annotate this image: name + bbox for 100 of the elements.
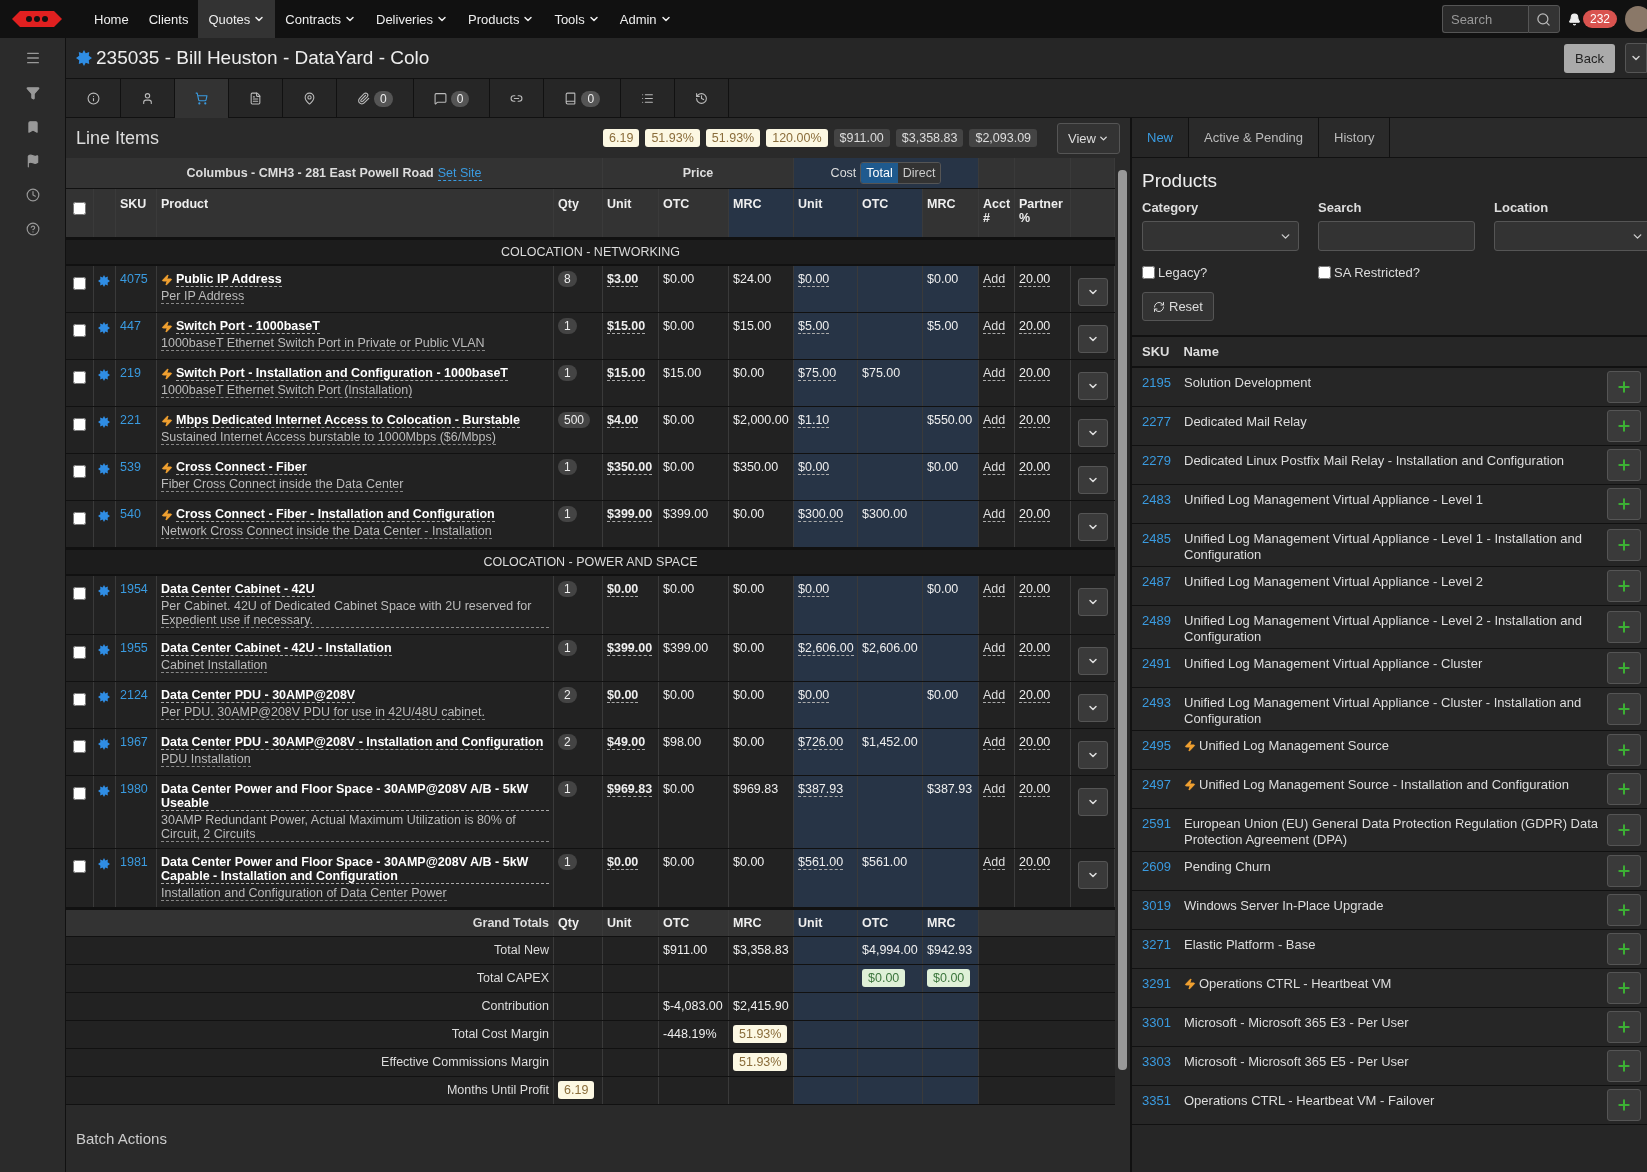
nav-menu-item[interactable]: Deliveries: [366, 0, 459, 38]
add-account-link[interactable]: Add: [983, 582, 1006, 597]
add-button[interactable]: [1607, 1089, 1641, 1121]
row-checkbox[interactable]: [73, 787, 86, 800]
tab[interactable]: History: [1319, 118, 1391, 157]
product-description[interactable]: PDU Installation: [161, 752, 251, 767]
add-button[interactable]: [1607, 371, 1641, 403]
filter-icon[interactable]: [25, 86, 40, 100]
row-checkbox[interactable]: [73, 371, 86, 384]
product-name[interactable]: Data Center Cabinet - 42U - Installation: [161, 641, 392, 656]
back-button[interactable]: Back: [1564, 43, 1615, 73]
add-button[interactable]: [1607, 814, 1641, 846]
product-description[interactable]: Installation and Configuration of Data Center Power: [161, 886, 447, 901]
sku-link[interactable]: 3271: [1142, 933, 1178, 952]
add-button[interactable]: [1607, 410, 1641, 442]
sku-link[interactable]: 2609: [1142, 855, 1178, 874]
cost-mode-toggle[interactable]: Direct: [897, 163, 941, 183]
sku-link[interactable]: 1955: [120, 641, 148, 655]
product-description[interactable]: Per PDU. 30AMP@208V PDU for use in 42U/48U cabinet.: [161, 705, 485, 720]
add-account-link[interactable]: Add: [983, 413, 1006, 428]
nav-menu-item[interactable]: Tools: [544, 0, 610, 38]
product-description[interactable]: 30AMP Redundant Power, Actual Maximum Utilization is 80% of Circuit, 2 Circuits: [161, 813, 549, 842]
add-account-link[interactable]: Add: [983, 272, 1006, 287]
sku-link[interactable]: 2487: [1142, 570, 1178, 589]
product-name[interactable]: Data Center Power and Floor Space - 30AMP@208V A/B - 5kW Useable: [161, 782, 549, 811]
bell-icon[interactable]: [1567, 12, 1581, 26]
product-description[interactable]: Per IP Address: [161, 289, 245, 304]
add-button[interactable]: [1607, 1011, 1641, 1043]
product-name[interactable]: Data Center Cabinet - 42U: [161, 582, 315, 597]
add-button[interactable]: [1607, 894, 1641, 926]
row-checkbox[interactable]: [73, 418, 86, 431]
flag-icon[interactable]: [25, 154, 40, 168]
sku-link[interactable]: 4075: [120, 272, 148, 286]
sku-link[interactable]: 2124: [120, 688, 148, 702]
sku-link[interactable]: 3351: [1142, 1089, 1178, 1108]
add-button[interactable]: [1607, 488, 1641, 520]
row-checkbox[interactable]: [73, 693, 86, 706]
product-description[interactable]: Sustained Internet Access burstable to 1000Mbps ($6/Mbps): [161, 430, 496, 445]
sku-link[interactable]: 3301: [1142, 1011, 1178, 1030]
add-account-link[interactable]: Add: [983, 735, 1006, 750]
sku-link[interactable]: 1980: [120, 782, 148, 796]
product-description[interactable]: Per Cabinet. 42U of Dedicated Cabinet Space with 2U reserved for Expedient use if necessary.: [161, 599, 549, 628]
search-button[interactable]: [1527, 5, 1560, 33]
nav-menu-item[interactable]: Products: [458, 0, 545, 38]
sku-link[interactable]: 447: [120, 319, 141, 333]
add-account-link[interactable]: Add: [983, 366, 1006, 381]
product-description[interactable]: Cabinet Installation: [161, 658, 268, 673]
row-checkbox[interactable]: [73, 646, 86, 659]
product-name[interactable]: Mbps Dedicated Internet Access to Colocation - Burstable: [176, 413, 521, 428]
sku-link[interactable]: 2495: [1142, 734, 1178, 753]
sku-link[interactable]: 221: [120, 413, 141, 427]
tab[interactable]: Active & Pending: [1189, 118, 1320, 157]
add-button[interactable]: [1607, 734, 1641, 766]
add-account-link[interactable]: Add: [983, 688, 1006, 703]
sku-link[interactable]: 1967: [120, 735, 148, 749]
row-checkbox[interactable]: [73, 740, 86, 753]
sku-link[interactable]: 3303: [1142, 1050, 1178, 1069]
sku-link[interactable]: 3019: [1142, 894, 1178, 913]
add-button[interactable]: [1607, 855, 1641, 887]
sku-link[interactable]: 2489: [1142, 609, 1178, 628]
product-description[interactable]: 1000baseT Ethernet Switch Port in Private or Public VLAN: [161, 336, 485, 351]
product-name[interactable]: Cross Connect - Fiber - Installation and Configuration: [176, 507, 495, 522]
add-button[interactable]: [1607, 933, 1641, 965]
bookmark-icon[interactable]: [25, 120, 40, 134]
select-field[interactable]: [1142, 221, 1299, 251]
nav-menu-item[interactable]: Quotes: [198, 0, 276, 38]
product-description[interactable]: Fiber Cross Connect inside the Data Center: [161, 477, 404, 492]
menu-icon[interactable]: [24, 50, 41, 66]
add-button[interactable]: [1607, 652, 1641, 684]
search-field[interactable]: Search: [1441, 5, 1528, 33]
product-description[interactable]: Network Cross Connect inside the Data Center - Installation: [161, 524, 492, 539]
sku-link[interactable]: 219: [120, 366, 141, 380]
add-account-link[interactable]: Add: [983, 782, 1006, 797]
add-button[interactable]: [1607, 1050, 1641, 1082]
nav-menu-item[interactable]: Admin: [609, 0, 682, 38]
product-name[interactable]: Public IP Address: [176, 272, 282, 287]
row-checkbox[interactable]: [73, 512, 86, 525]
row-checkbox[interactable]: [73, 277, 86, 290]
add-account-link[interactable]: Add: [983, 855, 1006, 870]
sku-link[interactable]: 539: [120, 460, 141, 474]
sku-link[interactable]: 2591: [1142, 812, 1178, 831]
notification-count[interactable]: 232: [1582, 10, 1617, 28]
add-button[interactable]: [1607, 449, 1641, 481]
select-all-checkbox[interactable]: [73, 202, 86, 215]
tab[interactable]: New: [1132, 118, 1189, 157]
sku-link[interactable]: 540: [120, 507, 141, 521]
input-field[interactable]: [1318, 221, 1475, 251]
avatar[interactable]: [1625, 6, 1647, 32]
sku-link[interactable]: 1954: [120, 582, 148, 596]
sku-link[interactable]: 2483: [1142, 488, 1178, 507]
option-checkbox[interactable]: [1318, 266, 1331, 279]
sku-link[interactable]: 2491: [1142, 652, 1178, 671]
product-name[interactable]: Switch Port - Installation and Configuration - 1000baseT: [176, 366, 508, 381]
add-account-link[interactable]: Add: [983, 460, 1006, 475]
sku-link[interactable]: 2195: [1142, 371, 1178, 390]
row-checkbox[interactable]: [73, 324, 86, 337]
product-name[interactable]: Data Center Power and Floor Space - 30AMP@208V A/B - 5kW Capable - Installation and Configuration: [161, 855, 549, 884]
option-checkbox[interactable]: [1142, 266, 1155, 279]
sku-link[interactable]: 2493: [1142, 691, 1178, 710]
row-checkbox[interactable]: [73, 860, 86, 873]
